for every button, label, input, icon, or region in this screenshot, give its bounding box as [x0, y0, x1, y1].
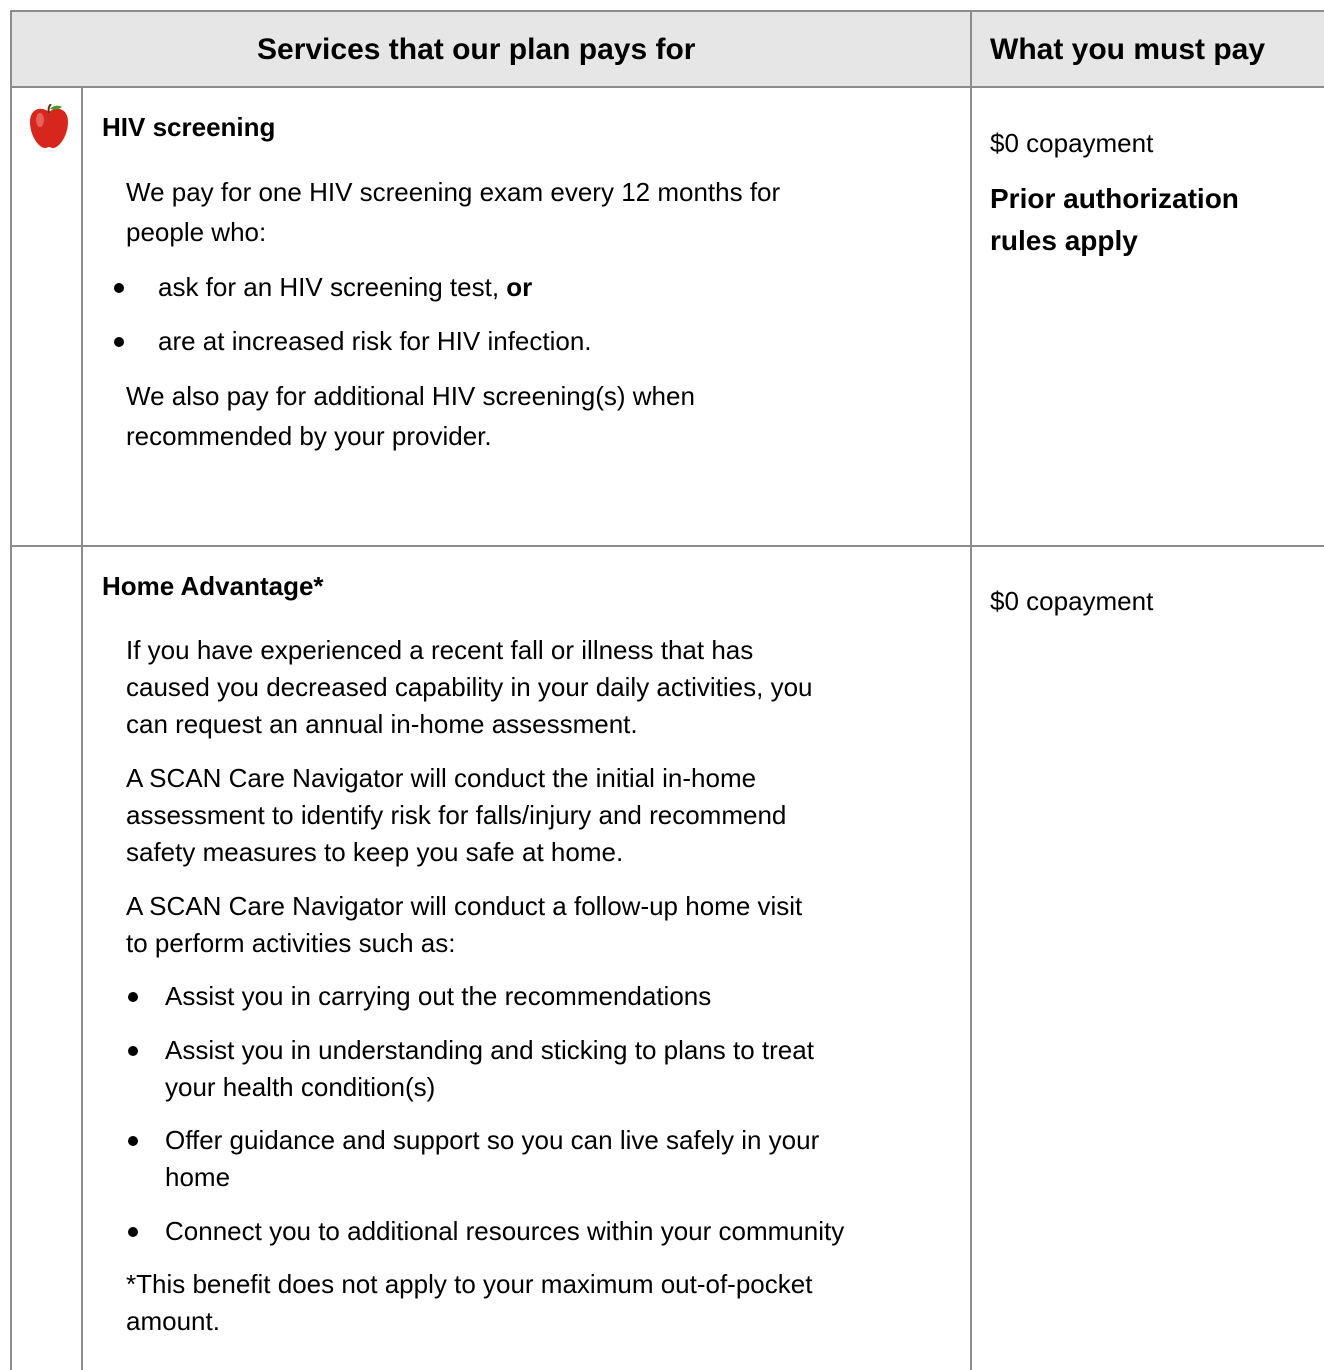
copay-value: $0 copayment	[990, 586, 1154, 616]
row-title: Home Advantage*	[102, 571, 324, 601]
paragraph-line: people who:	[126, 217, 267, 247]
authorization-note: rules apply	[990, 225, 1138, 256]
paragraph-line: caused you decreased capability in your …	[126, 672, 813, 702]
list-item-continuation: your health condition(s)	[165, 1072, 436, 1102]
list-item: ask for an HIV screening test, or	[158, 272, 533, 302]
pay-column-border	[970, 10, 972, 1370]
authorization-note: Prior authorization	[990, 183, 1239, 214]
bullet-icon	[128, 1046, 138, 1056]
paragraph-line: We also pay for additional HIV screening…	[126, 381, 695, 411]
list-item: Offer guidance and support so you can li…	[165, 1125, 820, 1155]
paragraph-line: We pay for one HIV screening exam every …	[126, 177, 781, 207]
paragraph-line: safety measures to keep you safe at home…	[126, 837, 624, 867]
header-services: Services that our plan pays for	[257, 33, 696, 66]
paragraph-line: A SCAN Care Navigator will conduct the i…	[126, 763, 757, 793]
bullet-icon	[128, 1136, 138, 1146]
paragraph-line: A SCAN Care Navigator will conduct a fol…	[126, 891, 803, 921]
list-item-continuation: home	[165, 1162, 231, 1192]
icon-column-border	[81, 86, 83, 1370]
bullet-icon	[128, 992, 138, 1002]
footnote-line: *This benefit does not apply to your max…	[126, 1269, 813, 1299]
header-what-you-pay: What you must pay	[990, 33, 1266, 66]
paragraph-line: assessment to identify risk for falls/in…	[126, 800, 787, 830]
row-divider	[10, 545, 1324, 547]
bullet-icon	[114, 283, 124, 293]
paragraph-line: to perform activities such as:	[126, 928, 456, 958]
list-item: are at increased risk for HIV infection.	[158, 326, 592, 356]
list-item: Connect you to additional resources with…	[165, 1216, 845, 1246]
paragraph-line: can request an annual in-home assessment…	[126, 709, 638, 739]
paragraph-line: If you have experienced a recent fall or…	[126, 635, 754, 665]
footnote-line: amount.	[126, 1306, 220, 1336]
paragraph-line: recommended by your provider.	[126, 421, 492, 451]
bullet-icon	[114, 337, 124, 347]
table-left-border	[10, 10, 12, 1370]
list-item: Assist you in carrying out the recommend…	[165, 981, 712, 1011]
header-bottom-border	[10, 86, 1324, 88]
table-top-border	[10, 10, 1324, 12]
copay-value: $0 copayment	[990, 128, 1154, 158]
list-item: Assist you in understanding and sticking…	[165, 1035, 814, 1065]
bullet-icon	[128, 1227, 138, 1237]
apple-icon	[30, 104, 68, 148]
row-title: HIV screening	[102, 112, 276, 142]
